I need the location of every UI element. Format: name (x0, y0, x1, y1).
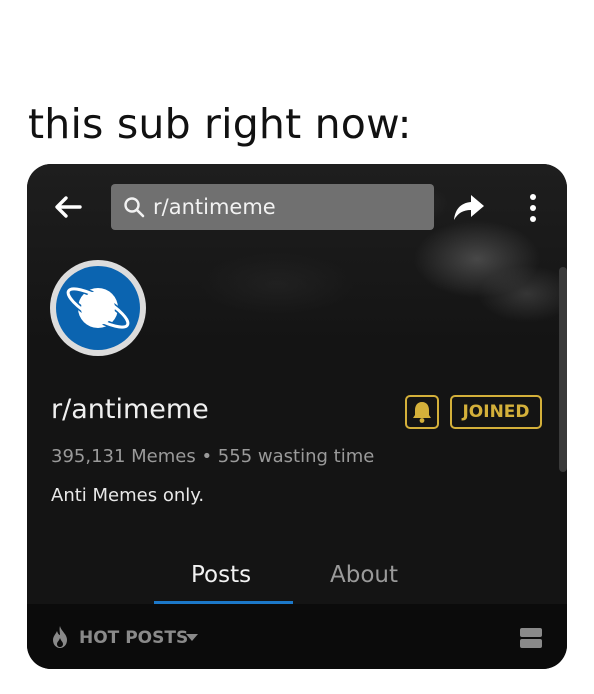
flame-icon (53, 626, 67, 648)
planet-icon (65, 285, 131, 331)
bell-icon (413, 402, 431, 423)
back-arrow-icon (55, 196, 82, 218)
search-icon (124, 197, 145, 218)
meme-caption: this sub right now: (28, 100, 412, 148)
member-stats: 395,131 Memes • 555 wasting time (51, 446, 375, 467)
subreddit-name: r/antimeme (51, 394, 209, 425)
more-vertical-icon (530, 194, 536, 222)
more-options-button[interactable] (523, 189, 543, 227)
share-icon (454, 195, 484, 220)
chevron-down-icon[interactable] (185, 632, 199, 642)
view-mode-icon[interactable] (520, 627, 542, 649)
notification-button[interactable] (405, 395, 439, 429)
search-query-text: r/antimeme (153, 195, 276, 219)
sort-dropdown[interactable]: HOT POSTS (79, 628, 188, 648)
tab-about[interactable]: About (330, 562, 398, 588)
back-button[interactable] (51, 190, 85, 224)
tab-posts[interactable]: Posts (191, 562, 251, 588)
joined-button[interactable]: JOINED (450, 395, 542, 429)
sort-bar: HOT POSTS (27, 604, 567, 669)
subreddit-description: Anti Memes only. (51, 485, 205, 506)
share-button[interactable] (451, 189, 487, 225)
subreddit-screen: r/antimeme r/antimeme JOINED 395,131 Mem… (27, 164, 567, 669)
scrollbar[interactable] (559, 267, 567, 472)
search-bar[interactable]: r/antimeme (111, 184, 434, 230)
subreddit-avatar[interactable] (50, 260, 146, 356)
